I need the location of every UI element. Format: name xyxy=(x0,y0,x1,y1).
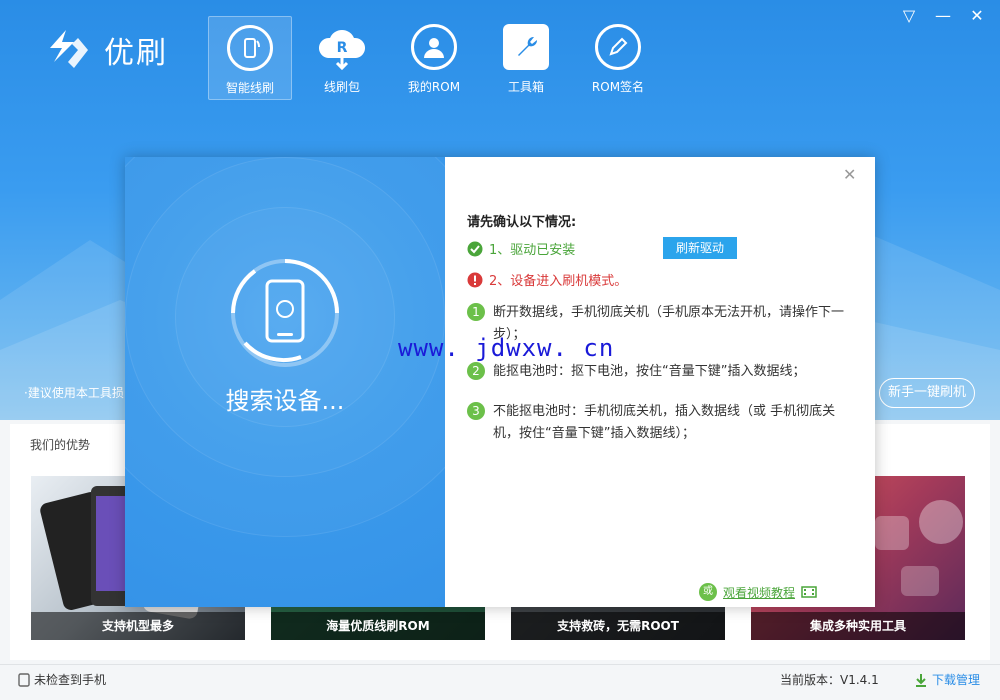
nav-item-my-rom[interactable]: 我的ROM xyxy=(392,16,476,100)
video-tutorial-label: 观看视频教程 xyxy=(723,585,796,600)
usage-tip: ·建议使用本工具损 xyxy=(24,386,124,400)
version-label: 当前版本： xyxy=(780,673,841,687)
version-value: V1.4.1 xyxy=(840,673,879,687)
phone-refresh-icon xyxy=(227,25,273,71)
nav-item-toolbox[interactable]: 工具箱 xyxy=(484,16,568,100)
device-status-text: 未检查到手机 xyxy=(34,673,107,687)
app-logo: 优刷 xyxy=(44,28,168,72)
card-caption: 支持机型最多 xyxy=(31,612,245,640)
check-icon xyxy=(467,241,483,256)
new-user-flash-button[interactable]: 新手一键刷机 xyxy=(879,378,975,408)
nav-label: ROM签名 xyxy=(591,80,645,94)
refresh-driver-button[interactable]: 刷新驱动 xyxy=(663,237,737,259)
logo-icon xyxy=(50,30,88,68)
mode-check-row: 2、设备进入刷机模式。 xyxy=(467,270,627,289)
video-tutorial-link[interactable]: 或 观看视频教程 xyxy=(699,583,817,601)
advantages-title: 我们的优势 xyxy=(30,438,91,452)
warning-icon xyxy=(467,272,483,287)
version-info: 当前版本：V1.4.1 xyxy=(780,671,879,688)
card-caption: 支持救砖，无需ROOT xyxy=(511,612,725,640)
step-number: 3 xyxy=(467,402,485,420)
step-number: 2 xyxy=(467,362,485,380)
film-icon xyxy=(801,586,817,598)
cloud-download-icon: R xyxy=(316,24,368,71)
instructions-panel: 请先确认以下情况: 1、驱动已安装 刷新驱动 2、设备进入刷机模式。 1 断开数… xyxy=(467,157,857,607)
or-badge: 或 xyxy=(699,583,717,601)
pen-icon xyxy=(595,24,641,70)
wrench-icon xyxy=(503,24,549,70)
device-status: 未检查到手机 xyxy=(18,671,106,688)
step-text: 能抠电池时：抠下电池，按住“音量下键”插入数据线； xyxy=(493,364,806,379)
nav-label: 线刷包 xyxy=(323,80,360,94)
watermark-text: www. jdwxw. cn xyxy=(398,334,615,362)
user-icon xyxy=(411,24,457,70)
menu-dropdown-button[interactable]: ▽ xyxy=(898,6,920,26)
download-icon xyxy=(916,673,926,687)
mode-status-text: 2、设备进入刷机模式。 xyxy=(489,274,628,289)
device-search-dialog: 搜索设备... ✕ 请先确认以下情况: 1、驱动已安装 刷新驱动 2、设备进入刷… xyxy=(125,157,875,607)
driver-check-row: 1、驱动已安装 xyxy=(467,239,575,258)
search-panel: 搜索设备... xyxy=(125,157,445,607)
main-nav: 智能线刷 R 线刷包 我的ROM 工具箱 ROM签名 xyxy=(208,16,668,100)
nav-label: 工具箱 xyxy=(507,80,544,94)
card-caption: 海量优质线刷ROM xyxy=(271,612,485,640)
searching-phone-icon xyxy=(231,259,339,367)
download-manager-link[interactable]: 下载管理 xyxy=(914,671,980,688)
step-text: 不能抠电池时：手机彻底关机，插入数据线（或 手机彻底关机，按住“音量下键”插入数… xyxy=(493,404,836,441)
nav-item-smart-flash[interactable]: 智能线刷 xyxy=(208,16,292,100)
phone-icon xyxy=(18,672,30,687)
download-manager-label: 下载管理 xyxy=(932,673,981,687)
card-caption: 集成多种实用工具 xyxy=(751,612,965,640)
nav-item-rom-sign[interactable]: ROM签名 xyxy=(576,16,660,100)
nav-label: 智能线刷 xyxy=(225,81,274,95)
nav-item-flash-package[interactable]: R 线刷包 xyxy=(300,16,384,100)
driver-status-text: 1、驱动已安装 xyxy=(489,243,576,258)
step-item: 2 能抠电池时：抠下电池，按住“音量下键”插入数据线； xyxy=(467,361,857,383)
instructions-title: 请先确认以下情况: xyxy=(467,215,577,230)
minimize-button[interactable]: — xyxy=(932,6,954,26)
step-number: 1 xyxy=(467,303,485,321)
step-item: 3 不能抠电池时：手机彻底关机，插入数据线（或 手机彻底关机，按住“音量下键”插… xyxy=(467,401,857,445)
logo-text: 优刷 xyxy=(104,36,168,71)
status-bar: 未检查到手机 当前版本：V1.4.1 下载管理 xyxy=(0,664,1000,700)
nav-label: 我的ROM xyxy=(407,80,461,94)
svg-text:R: R xyxy=(337,40,348,56)
searching-label: 搜索设备... xyxy=(225,387,345,415)
close-window-button[interactable]: ✕ xyxy=(966,6,988,26)
